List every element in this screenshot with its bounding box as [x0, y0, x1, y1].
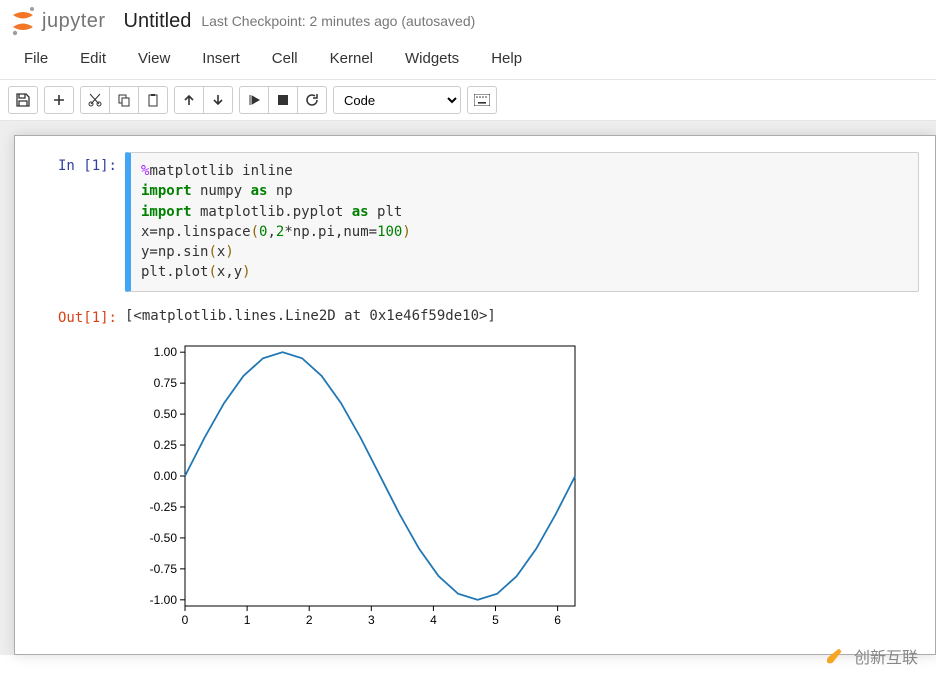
svg-text:-1.00: -1.00 [150, 593, 178, 607]
code-input-area[interactable]: %matplotlib inline import numpy as np im… [125, 152, 919, 292]
copy-button[interactable] [109, 86, 139, 114]
cell-type-select[interactable]: Code [333, 86, 461, 114]
toolbar: Code [0, 80, 936, 121]
restart-button[interactable] [297, 86, 327, 114]
run-button[interactable] [239, 86, 269, 114]
code-content[interactable]: %matplotlib inline import numpy as np im… [125, 152, 919, 292]
menu-cell[interactable]: Cell [256, 44, 314, 73]
save-button[interactable] [8, 86, 38, 114]
input-prompt: In [1]: [15, 152, 125, 292]
svg-text:4: 4 [430, 613, 437, 627]
restart-icon [305, 93, 319, 107]
stop-icon [278, 95, 288, 105]
move-down-button[interactable] [203, 86, 233, 114]
output-prompt: Out[1]: [15, 304, 125, 640]
menu-widgets[interactable]: Widgets [389, 44, 475, 73]
menubar: File Edit View Insert Cell Kernel Widget… [0, 40, 936, 80]
svg-text:6: 6 [554, 613, 561, 627]
menu-kernel[interactable]: Kernel [314, 44, 389, 73]
insert-cell-button[interactable] [44, 86, 74, 114]
svg-text:1: 1 [244, 613, 251, 627]
svg-text:1.00: 1.00 [154, 345, 178, 359]
notebook-title[interactable]: Untitled [124, 10, 192, 33]
interrupt-button[interactable] [268, 86, 298, 114]
paste-button[interactable] [138, 86, 168, 114]
keyboard-icon [474, 94, 490, 106]
svg-text:-0.25: -0.25 [150, 500, 178, 514]
output-cell-1: Out[1]: [<matplotlib.lines.Line2D at 0x1… [15, 300, 935, 644]
code-cell-1[interactable]: In [1]: %matplotlib inline import numpy … [15, 148, 935, 296]
arrow-up-icon [183, 94, 195, 106]
run-icon [248, 94, 260, 106]
plus-icon [53, 94, 65, 106]
svg-text:0: 0 [182, 613, 189, 627]
svg-text:-0.50: -0.50 [150, 531, 178, 545]
move-up-button[interactable] [174, 86, 204, 114]
menu-file[interactable]: File [8, 44, 64, 73]
brush-icon [826, 645, 848, 667]
jupyter-logo[interactable]: jupyter [10, 6, 106, 36]
menu-insert[interactable]: Insert [186, 44, 256, 73]
run-group [239, 86, 327, 114]
cut-icon [88, 93, 102, 107]
notebook-header: jupyter Untitled Last Checkpoint: 2 minu… [0, 0, 936, 40]
checkpoint-text: Last Checkpoint: 2 minutes ago (autosave… [201, 13, 475, 29]
svg-text:3: 3 [368, 613, 375, 627]
command-palette-button[interactable] [467, 86, 497, 114]
svg-text:0.75: 0.75 [154, 376, 178, 390]
svg-text:0.00: 0.00 [154, 469, 178, 483]
move-group [174, 86, 233, 114]
save-icon [16, 93, 30, 107]
notebook-body: In [1]: %matplotlib inline import numpy … [0, 121, 936, 655]
svg-text:0.50: 0.50 [154, 407, 178, 421]
jupyter-logo-text: jupyter [42, 10, 106, 33]
paste-icon [146, 93, 160, 107]
svg-text:2: 2 [306, 613, 313, 627]
edit-group [80, 86, 168, 114]
menu-edit[interactable]: Edit [64, 44, 122, 73]
svg-text:5: 5 [492, 613, 499, 627]
notebook-container: In [1]: %matplotlib inline import numpy … [14, 135, 936, 655]
menu-help[interactable]: Help [475, 44, 538, 73]
watermark: 创新互联 [826, 644, 918, 668]
copy-icon [117, 93, 131, 107]
menu-view[interactable]: View [122, 44, 186, 73]
arrow-down-icon [212, 94, 224, 106]
output-text: [<matplotlib.lines.Line2D at 0x1e46f59de… [125, 308, 935, 324]
cut-button[interactable] [80, 86, 110, 114]
jupyter-icon [10, 6, 36, 36]
output-area: [<matplotlib.lines.Line2D at 0x1e46f59de… [125, 304, 935, 640]
svg-text:0.25: 0.25 [154, 438, 178, 452]
svg-text:-0.75: -0.75 [150, 562, 178, 576]
output-plot: -1.00 -0.75 -0.50 -0.25 0.00 0.25 0.50 0.75 1.00… [125, 336, 585, 636]
